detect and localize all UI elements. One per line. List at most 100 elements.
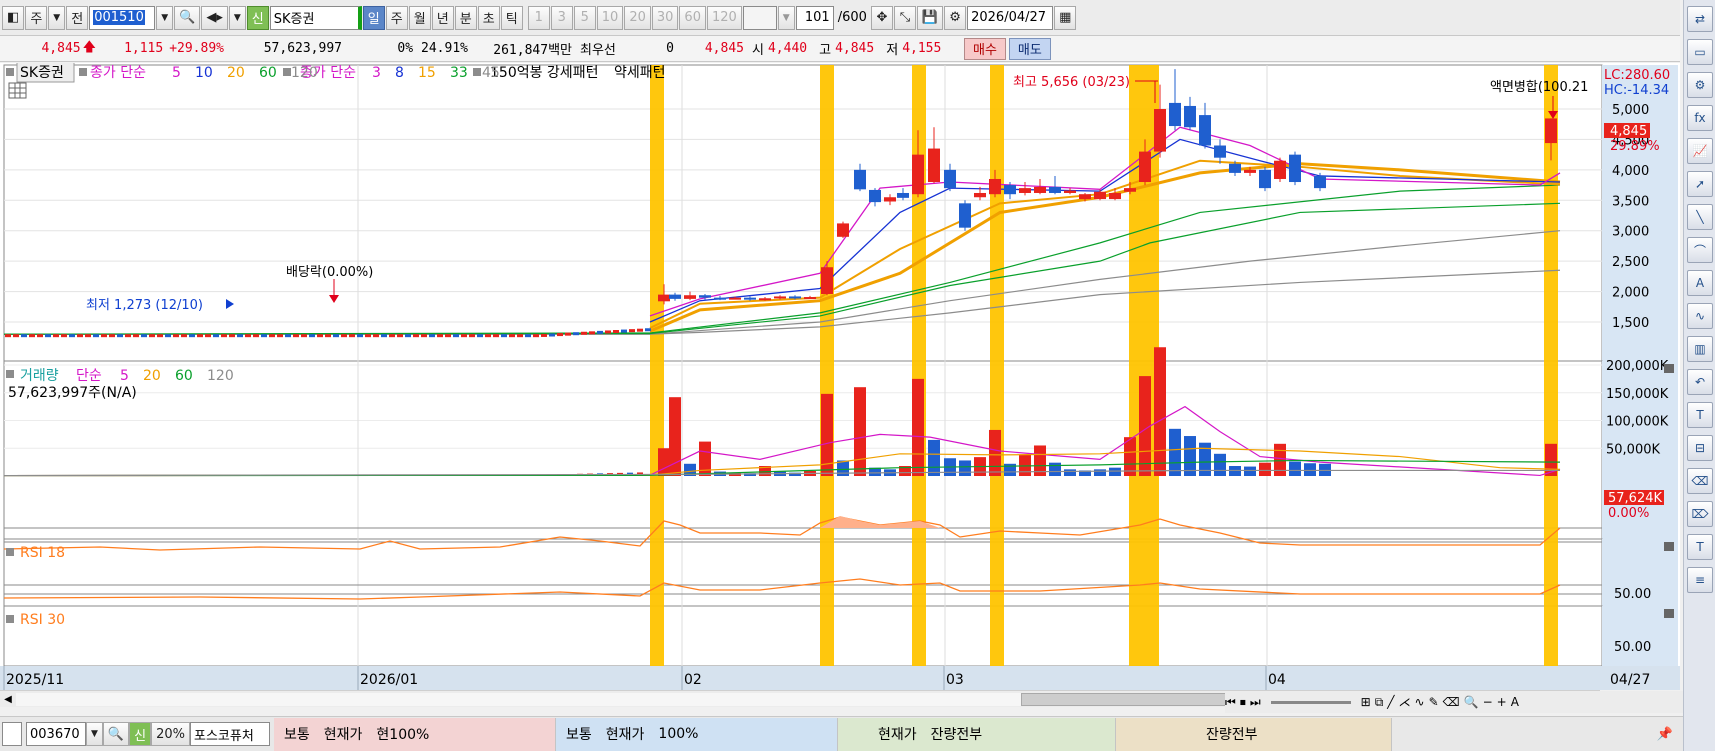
stock-name-field[interactable]: SK증권: [269, 5, 362, 30]
save-icon[interactable]: 💾: [916, 5, 944, 30]
next-icon[interactable]: ⏭: [1250, 695, 1261, 710]
interval-dropdown-icon[interactable]: ▼: [777, 5, 795, 30]
interval-custom-input[interactable]: [742, 5, 777, 30]
legend-ma-a-period-10[interactable]: 10: [195, 65, 213, 81]
legend-ma-b-period-33[interactable]: 33: [450, 65, 468, 81]
bottom-stock-code[interactable]: 003670: [26, 722, 86, 746]
bottom-search-icon[interactable]: 🔍: [102, 722, 130, 746]
trend-icon[interactable]: ⌒: [1687, 237, 1713, 263]
stock-code-input[interactable]: 001510: [89, 5, 156, 30]
rsi30-close-icon[interactable]: [1664, 609, 1674, 618]
interval-tab-1[interactable]: 1: [527, 5, 550, 30]
legend-ma-b-period-8[interactable]: 8: [395, 65, 404, 81]
period-tab-4[interactable]: 분: [454, 5, 477, 30]
window-icon[interactable]: ▭: [1687, 39, 1713, 65]
draw-line-icon[interactable]: ╱: [1387, 695, 1394, 709]
text-icon[interactable]: T: [1687, 402, 1713, 428]
link-icon[interactable]: ⇄: [1687, 6, 1713, 32]
auto-icon[interactable]: A: [1511, 695, 1519, 709]
table-icon[interactable]: [8, 82, 27, 99]
period-kind-dropdown-icon[interactable]: ▼: [48, 5, 66, 30]
prev-button[interactable]: 전: [66, 5, 89, 30]
order-panel-3[interactable]: 현재가 잔량전부: [838, 717, 1117, 751]
scroll-left-icon[interactable]: ◀: [0, 694, 16, 705]
date-input[interactable]: 2026/04/27: [967, 5, 1054, 30]
zoom-icon[interactable]: 🔍: [1464, 695, 1479, 709]
interval-tab-3[interactable]: 3: [550, 5, 573, 30]
period-tab-0[interactable]: 일: [362, 5, 385, 30]
order-panel-2[interactable]: 보통 현재가 100%: [556, 717, 839, 751]
layout-icon[interactable]: ◧: [2, 5, 25, 30]
chart-canvas[interactable]: 최고 5,656 (03/23) 최저 1,273 (12/10) 배당락(0.00…: [0, 61, 1680, 690]
legend-ma-b-period-45[interactable]: 45: [482, 65, 500, 81]
scroll-thumb[interactable]: [1021, 692, 1233, 706]
plus-icon[interactable]: +: [1497, 695, 1507, 709]
candle-icon[interactable]: ▥: [1687, 336, 1713, 362]
grid-icon[interactable]: ≡: [1687, 567, 1713, 593]
cursor-icon[interactable]: ➚: [1687, 171, 1713, 197]
minus-icon[interactable]: −: [1483, 695, 1493, 709]
interval-tab-20[interactable]: 20: [624, 5, 651, 30]
stop-icon[interactable]: ⏹: [1240, 695, 1246, 710]
speed-slider[interactable]: [1270, 700, 1351, 704]
search-icon[interactable]: 🔍: [174, 5, 201, 30]
interval-tab-10[interactable]: 10: [596, 5, 624, 30]
code-dropdown-icon[interactable]: ▼: [156, 5, 174, 30]
wave-tool-icon[interactable]: ∿: [1415, 695, 1425, 709]
legend-ma-a-period-120[interactable]: 120: [291, 65, 318, 81]
erase-all-icon[interactable]: ⌦: [1687, 501, 1713, 527]
order-panel-1[interactable]: 보통 현재가 현100%: [274, 717, 557, 751]
layout-grid-icon[interactable]: ⊞: [1361, 695, 1371, 709]
fib-icon[interactable]: ⋌: [1399, 695, 1411, 709]
speaker-icon[interactable]: ◀▸: [201, 5, 228, 30]
period-tab-3[interactable]: 년: [431, 5, 454, 30]
volume-ma-period-5[interactable]: 5: [120, 368, 129, 384]
zoom-tool-icon[interactable]: ⤡: [893, 5, 916, 30]
pen-icon[interactable]: ✎: [1429, 695, 1439, 709]
interval-tab-60[interactable]: 60: [679, 5, 706, 30]
volume-ma-period-120[interactable]: 120: [207, 368, 234, 384]
bottom-code-input[interactable]: [2, 722, 22, 746]
speaker-dropdown-icon[interactable]: ▼: [228, 5, 246, 30]
volume-ma-period-60[interactable]: 60: [175, 368, 193, 384]
gear-icon[interactable]: ⚙: [944, 5, 967, 30]
count-input[interactable]: 101: [795, 5, 834, 30]
volume-ma-period-20[interactable]: 20: [143, 368, 161, 384]
period-tab-1[interactable]: 주: [385, 5, 408, 30]
bottom-dropdown-icon[interactable]: ▼: [86, 722, 103, 746]
interval-tab-5[interactable]: 5: [573, 5, 596, 30]
text-t-icon[interactable]: T: [1687, 534, 1713, 560]
rsi18-close-icon[interactable]: [1664, 542, 1674, 551]
interval-tab-30[interactable]: 30: [651, 5, 679, 30]
bottom-stock-name[interactable]: 포스코퓨처: [190, 722, 271, 746]
order-icon[interactable]: ⊟: [1687, 435, 1713, 461]
order-panel-4[interactable]: 잔량전부: [1116, 717, 1393, 751]
pin-icon[interactable]: 📌: [1657, 727, 1673, 742]
erase-icon[interactable]: ⌫: [1443, 695, 1460, 709]
first-icon[interactable]: ⏮: [1225, 695, 1236, 710]
chart-add-icon[interactable]: 📈: [1687, 138, 1713, 164]
volume-panel-close-icon[interactable]: [1664, 364, 1674, 373]
buy-button[interactable]: 매수: [964, 37, 1006, 60]
formula-icon[interactable]: fx: [1687, 105, 1713, 131]
auto-line-icon[interactable]: A: [1687, 270, 1713, 296]
arrow-icon[interactable]: ↶: [1687, 369, 1713, 395]
period-tab-2[interactable]: 월: [408, 5, 431, 30]
period-tab-6[interactable]: 틱: [500, 5, 523, 30]
period-tab-5[interactable]: 초: [477, 5, 500, 30]
split-icon[interactable]: ⧉: [1375, 695, 1384, 710]
legend-ma-a-period-60[interactable]: 60: [259, 65, 277, 81]
gear-icon[interactable]: ⚙: [1687, 72, 1713, 98]
legend-ma-b-period-3[interactable]: 3: [372, 65, 381, 81]
calendar-icon[interactable]: ▦: [1054, 5, 1077, 30]
period-kind-button[interactable]: 주: [25, 5, 48, 30]
crosshair-icon[interactable]: ✥: [870, 5, 893, 30]
wave-icon[interactable]: ∿: [1687, 303, 1713, 329]
eraser-icon[interactable]: ⌫: [1687, 468, 1713, 494]
line-tool-icon[interactable]: ╲: [1687, 204, 1713, 230]
legend-ma-a-period-5[interactable]: 5: [172, 65, 181, 81]
legend-ma-b-period-15[interactable]: 15: [418, 65, 436, 81]
sell-button[interactable]: 매도: [1008, 37, 1051, 60]
interval-tab-120[interactable]: 120: [706, 5, 742, 30]
legend-ma-a-period-20[interactable]: 20: [227, 65, 245, 81]
